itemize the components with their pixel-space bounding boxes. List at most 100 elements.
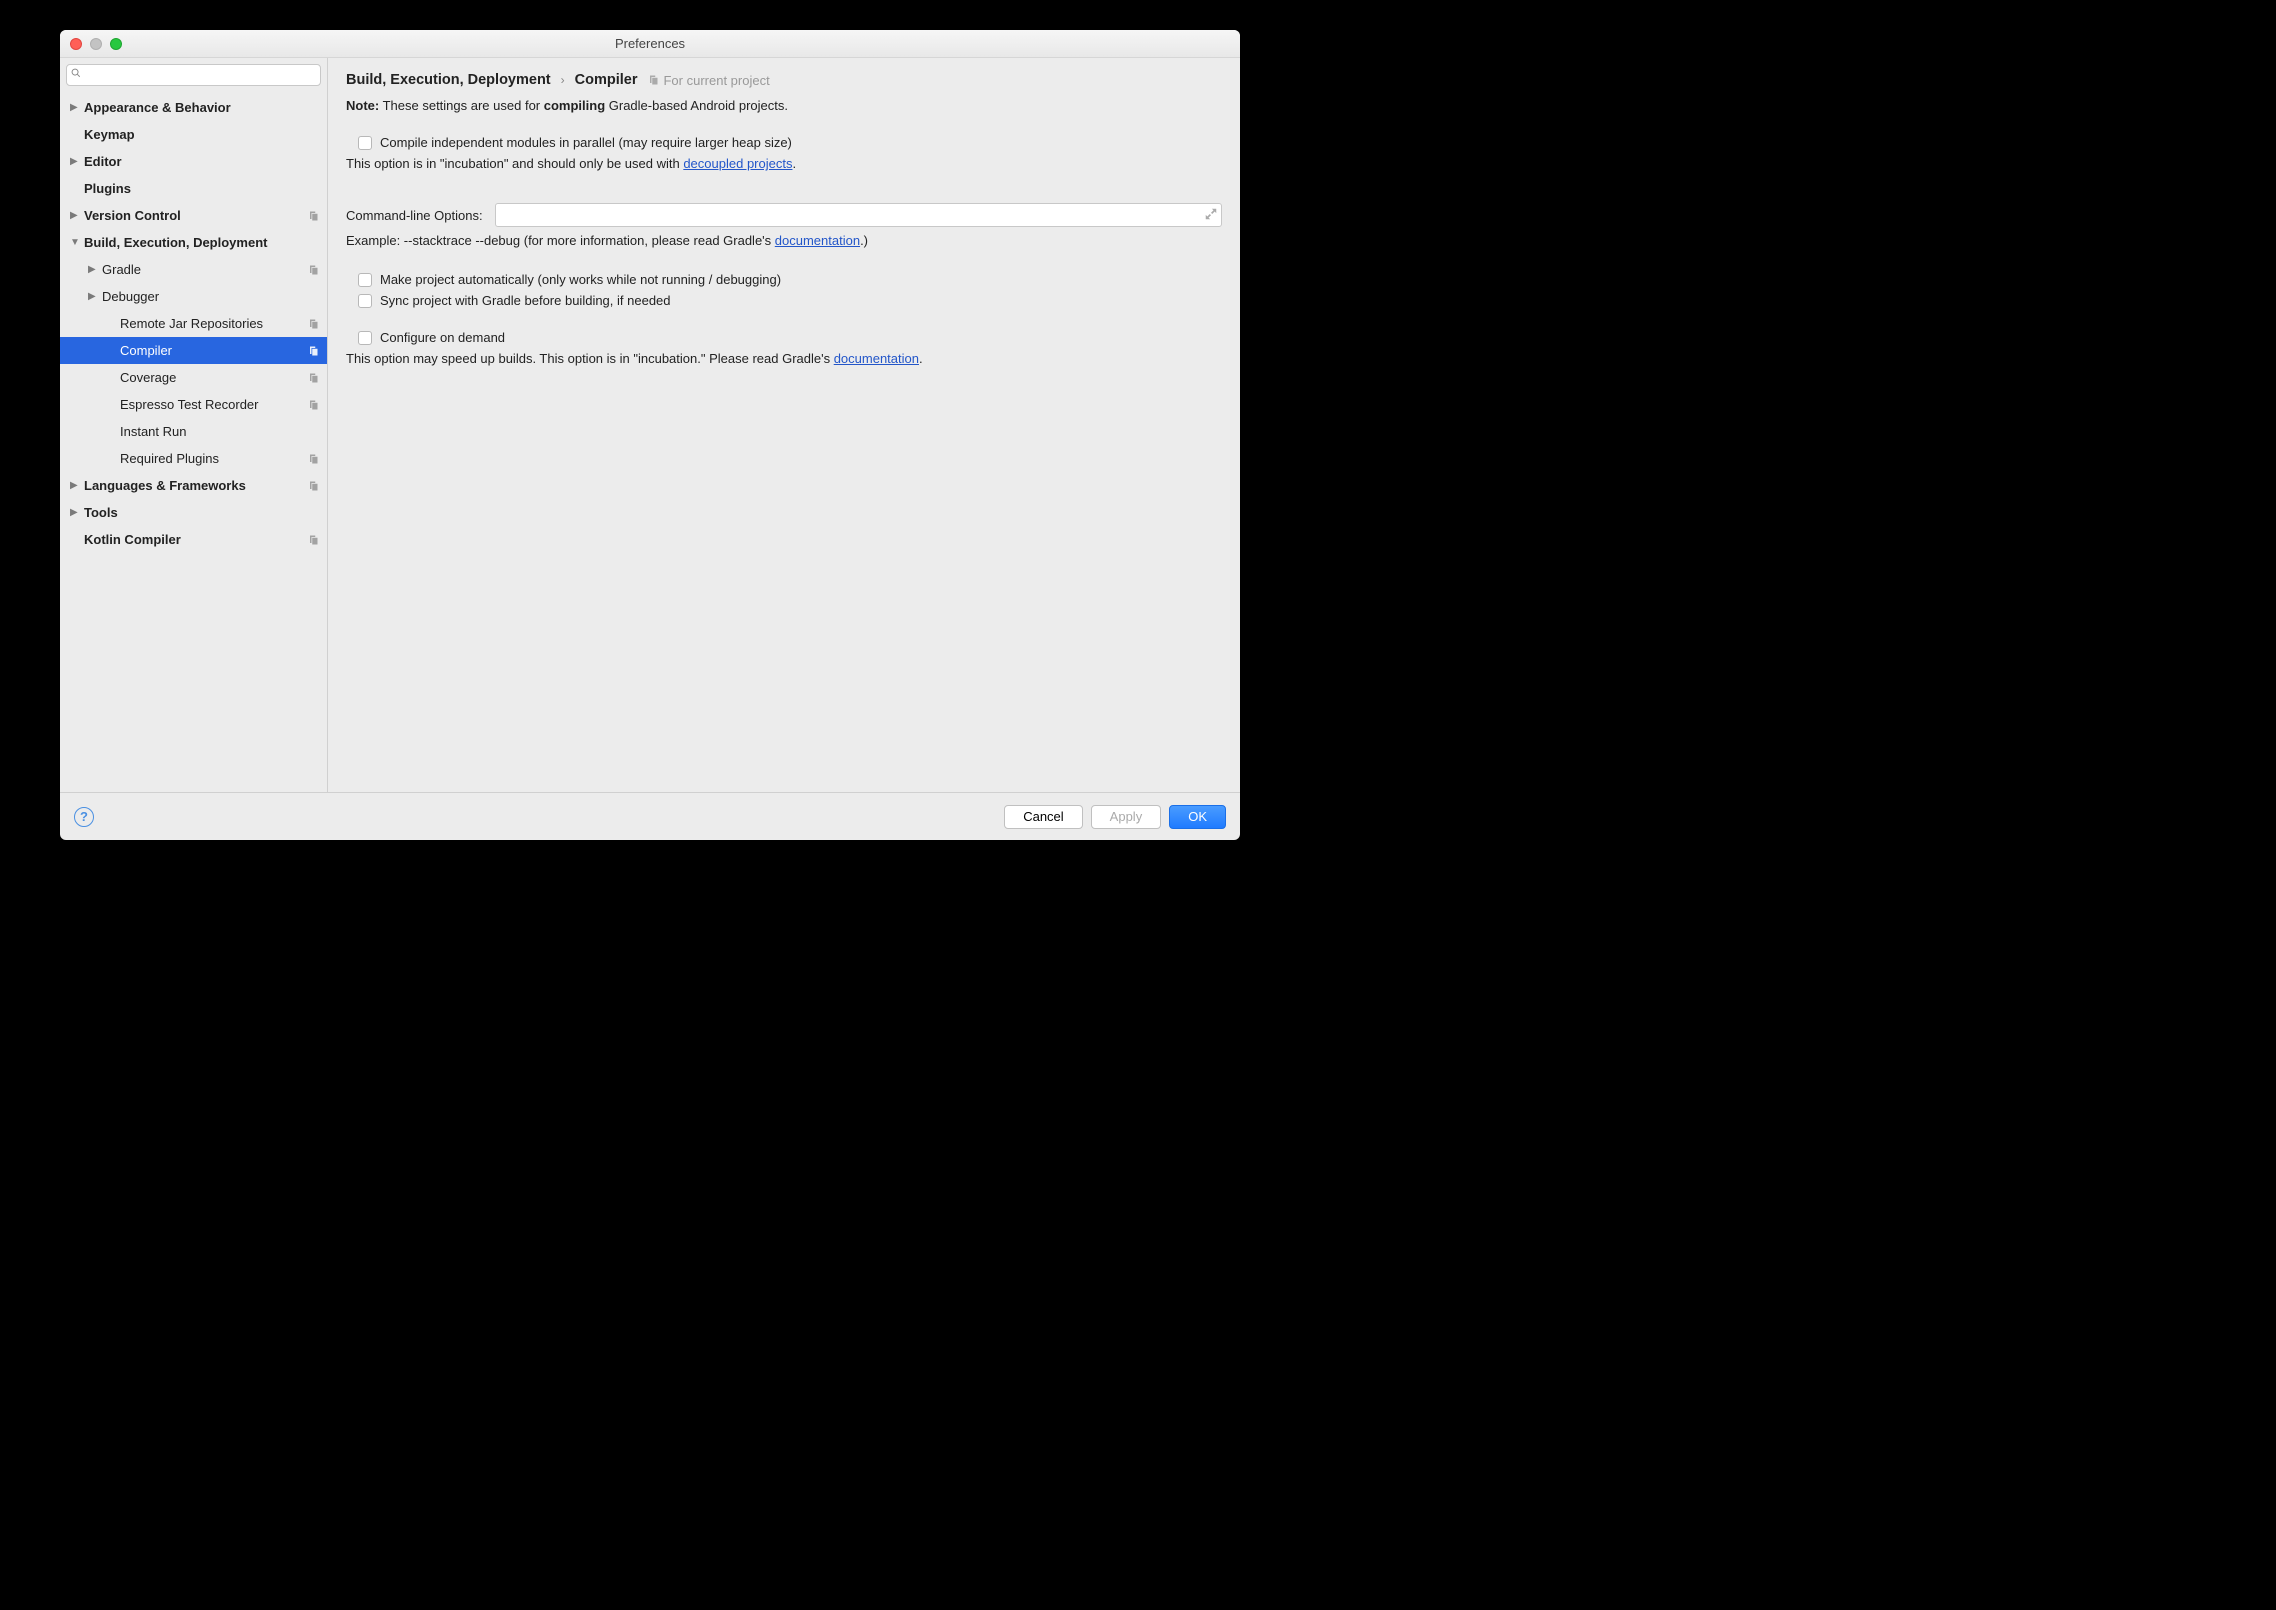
tree-item-compiler[interactable]: Compiler xyxy=(60,337,327,364)
gradle-documentation-link-2[interactable]: documentation xyxy=(834,351,919,366)
expand-field-icon[interactable] xyxy=(1204,207,1218,221)
decoupled-projects-link[interactable]: decoupled projects xyxy=(683,156,792,171)
ok-button[interactable]: OK xyxy=(1169,805,1226,829)
tree-item-label: Plugins xyxy=(84,181,319,196)
footer: ? Cancel Apply OK xyxy=(60,792,1240,840)
tree-item-required-plugins[interactable]: Required Plugins xyxy=(60,445,327,472)
window-body: ▶ Appearance & Behavior Keymap ▶ Editor Plugi… xyxy=(60,58,1240,792)
preferences-window: Preferences ▶ Appearance & Behavior Keymap… xyxy=(60,30,1240,840)
tree-item-kotlin-compiler[interactable]: Kotlin Compiler xyxy=(60,526,327,553)
chevron-right-icon[interactable]: ▶ xyxy=(88,264,98,275)
compile-parallel-row: Compile independent modules in parallel … xyxy=(358,135,1222,150)
window-title: Preferences xyxy=(60,36,1240,51)
tree-item-label: Debugger xyxy=(102,289,319,304)
tree-item-label: Languages & Frameworks xyxy=(84,478,307,493)
traffic-light-buttons xyxy=(70,38,122,50)
breadcrumb-parent[interactable]: Build, Execution, Deployment xyxy=(346,72,551,88)
make-auto-label: Make project automatically (only works w… xyxy=(380,272,781,287)
sync-gradle-row: Sync project with Gradle before building… xyxy=(358,293,1222,308)
close-window-button[interactable] xyxy=(70,38,82,50)
tree-item-coverage[interactable]: Coverage xyxy=(60,364,327,391)
project-scope-icon xyxy=(307,345,319,357)
tree-item-espresso-test-recorder[interactable]: Espresso Test Recorder xyxy=(60,391,327,418)
command-line-options-input[interactable] xyxy=(495,203,1222,227)
scope-label: For current project xyxy=(647,73,769,88)
tree-item-debugger[interactable]: ▶ Debugger xyxy=(60,283,327,310)
tree-item-label: Build, Execution, Deployment xyxy=(84,235,319,250)
command-line-input-wrapper xyxy=(495,203,1222,227)
tree-item-label: Kotlin Compiler xyxy=(84,532,307,547)
tree-item-label: Remote Jar Repositories xyxy=(120,316,307,331)
breadcrumb: Build, Execution, Deployment › Compiler … xyxy=(346,72,1222,88)
copy-icon xyxy=(647,74,659,86)
chevron-right-icon[interactable]: ▶ xyxy=(88,291,98,302)
project-scope-icon xyxy=(307,264,319,276)
titlebar: Preferences xyxy=(60,30,1240,58)
tree-item-gradle[interactable]: ▶ Gradle xyxy=(60,256,327,283)
chevron-right-icon[interactable]: ▶ xyxy=(70,156,80,167)
tree-item-build-execution-deployment[interactable]: ▼ Build, Execution, Deployment xyxy=(60,229,327,256)
tree-item-label: Tools xyxy=(84,505,319,520)
note-text: Note: These settings are used for compil… xyxy=(346,98,1222,113)
gradle-documentation-link[interactable]: documentation xyxy=(775,233,860,248)
configure-on-demand-description: This option may speed up builds. This op… xyxy=(346,351,1222,366)
tree-item-label: Required Plugins xyxy=(120,451,307,466)
breadcrumb-current: Compiler xyxy=(575,72,638,88)
chevron-right-icon[interactable]: ▶ xyxy=(70,210,80,221)
project-scope-icon xyxy=(307,372,319,384)
project-scope-icon xyxy=(307,480,319,492)
make-auto-checkbox[interactable] xyxy=(358,273,372,287)
help-button[interactable]: ? xyxy=(74,807,94,827)
tree-item-appearance-behavior[interactable]: ▶ Appearance & Behavior xyxy=(60,94,327,121)
tree-item-label: Espresso Test Recorder xyxy=(120,397,307,412)
tree-item-label: Appearance & Behavior xyxy=(84,100,319,115)
chevron-down-icon[interactable]: ▼ xyxy=(70,237,80,248)
search-icon xyxy=(71,68,81,78)
tree-item-remote-jar-repositories[interactable]: Remote Jar Repositories xyxy=(60,310,327,337)
tree-item-tools[interactable]: ▶ Tools xyxy=(60,499,327,526)
tree-item-label: Keymap xyxy=(84,127,319,142)
project-scope-icon xyxy=(307,399,319,411)
chevron-right-icon[interactable]: ▶ xyxy=(70,507,80,518)
tree-item-label: Editor xyxy=(84,154,319,169)
tree-item-label: Coverage xyxy=(120,370,307,385)
compile-parallel-label: Compile independent modules in parallel … xyxy=(380,135,792,150)
configure-on-demand-checkbox[interactable] xyxy=(358,331,372,345)
tree-item-version-control[interactable]: ▶ Version Control xyxy=(60,202,327,229)
project-scope-icon xyxy=(307,318,319,330)
sync-gradle-checkbox[interactable] xyxy=(358,294,372,308)
chevron-right-icon[interactable]: ▶ xyxy=(70,102,80,113)
command-line-example: Example: --stacktrace --debug (for more … xyxy=(346,233,1222,248)
breadcrumb-separator: › xyxy=(561,73,565,87)
compile-parallel-description: This option is in "incubation" and shoul… xyxy=(346,156,1222,171)
configure-on-demand-row: Configure on demand xyxy=(358,330,1222,345)
tree-item-label: Version Control xyxy=(84,208,307,223)
tree-item-label: Instant Run xyxy=(120,424,319,439)
sync-gradle-label: Sync project with Gradle before building… xyxy=(380,293,671,308)
chevron-right-icon[interactable]: ▶ xyxy=(70,480,80,491)
tree-item-label: Compiler xyxy=(120,343,307,358)
apply-button[interactable]: Apply xyxy=(1091,805,1162,829)
tree-item-plugins[interactable]: Plugins xyxy=(60,175,327,202)
tree-item-languages-frameworks[interactable]: ▶ Languages & Frameworks xyxy=(60,472,327,499)
compile-parallel-checkbox[interactable] xyxy=(358,136,372,150)
make-auto-row: Make project automatically (only works w… xyxy=(358,272,1222,287)
command-line-options-label: Command-line Options: xyxy=(346,208,483,223)
command-line-options-row: Command-line Options: xyxy=(346,203,1222,227)
minimize-window-button[interactable] xyxy=(90,38,102,50)
project-scope-icon xyxy=(307,453,319,465)
settings-tree[interactable]: ▶ Appearance & Behavior Keymap ▶ Editor Plugi… xyxy=(60,92,327,792)
tree-item-editor[interactable]: ▶ Editor xyxy=(60,148,327,175)
main-panel: Build, Execution, Deployment › Compiler … xyxy=(328,58,1240,792)
search-wrapper xyxy=(60,58,327,92)
project-scope-icon xyxy=(307,534,319,546)
cancel-button[interactable]: Cancel xyxy=(1004,805,1082,829)
sidebar: ▶ Appearance & Behavior Keymap ▶ Editor Plugi… xyxy=(60,58,328,792)
configure-on-demand-label: Configure on demand xyxy=(380,330,505,345)
tree-item-keymap[interactable]: Keymap xyxy=(60,121,327,148)
zoom-window-button[interactable] xyxy=(110,38,122,50)
tree-item-label: Gradle xyxy=(102,262,307,277)
search-input[interactable] xyxy=(66,64,321,86)
project-scope-icon xyxy=(307,210,319,222)
tree-item-instant-run[interactable]: Instant Run xyxy=(60,418,327,445)
